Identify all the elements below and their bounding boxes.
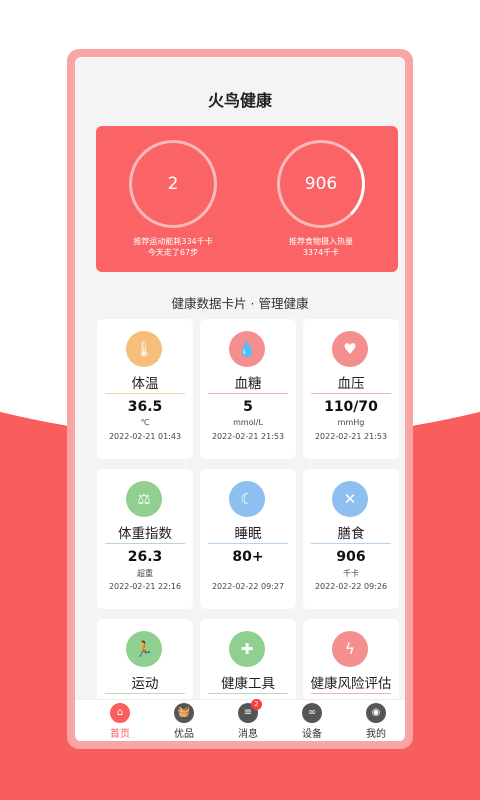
medkit-icon: ✚: [229, 631, 265, 667]
card-divider: [105, 393, 185, 394]
card-value: 36.5: [127, 399, 163, 415]
device-icon: ∞: [302, 703, 322, 723]
energy-value: 2: [167, 174, 179, 194]
card-name: 膳食: [337, 526, 365, 542]
card-divider: [208, 393, 288, 394]
card-time: 2022-02-21 01:43: [108, 432, 182, 441]
thermometer-icon: 🌡: [126, 331, 162, 367]
card-name: 健康工具: [221, 676, 275, 692]
phone-frame: 火鸟健康 2 906 推荐运动能耗334千卡 今天走了67步 推荐食物摄入热量 …: [67, 49, 413, 749]
unread-badge: 2: [251, 699, 262, 710]
card-unit: ℃: [140, 418, 150, 427]
tab-basket[interactable]: 🧺 优品: [162, 703, 206, 741]
card-name: 体重指数: [118, 526, 172, 542]
tab-label: 我的: [366, 729, 386, 740]
card-value: 26.3: [127, 549, 163, 565]
card-unit: mmol/L: [233, 418, 263, 427]
card-name: 睡眠: [234, 526, 262, 542]
scale-icon: ⚖: [126, 481, 162, 517]
health-card[interactable]: ☾ 睡眠 80+ 2022-02-22 09:27: [200, 469, 296, 609]
bottom-tab-bar: ⌂ 首页 🧺 优品 ≡ 2 消息 ∞ 设备 ◉ 我的: [75, 699, 405, 741]
health-card[interactable]: 💧 血糖 5 mmol/L 2022-02-21 21:53: [200, 319, 296, 459]
card-value: 5: [243, 399, 253, 415]
intake-ring: 906: [277, 140, 365, 228]
tab-home[interactable]: ⌂ 首页: [98, 703, 142, 741]
intake-value: 906: [304, 174, 338, 194]
intake-caption: 推荐食物摄入热量 3374千卡: [256, 236, 386, 258]
app-screen: 火鸟健康 2 906 推荐运动能耗334千卡 今天走了67步 推荐食物摄入热量 …: [75, 57, 405, 741]
health-card[interactable]: 🌡 体温 36.5 ℃ 2022-02-21 01:43: [97, 319, 193, 459]
lightning-icon: ϟ: [332, 631, 368, 667]
card-divider: [105, 543, 185, 544]
heart-pulse-icon: ♥: [332, 331, 368, 367]
cutlery-icon: ✕: [332, 481, 368, 517]
card-divider: [311, 693, 391, 694]
card-divider: [208, 693, 288, 694]
card-time: 2022-02-22 09:26: [314, 582, 388, 591]
blood-drop-icon: 💧: [229, 331, 265, 367]
tab-label: 优品: [174, 729, 194, 740]
basket-icon: 🧺: [174, 703, 194, 723]
card-name: 体温: [131, 376, 159, 392]
card-time: 2022-02-21 22:16: [108, 582, 182, 591]
card-name: 运动: [131, 676, 159, 692]
moon-icon: ☾: [229, 481, 265, 517]
card-value: 110/70: [324, 399, 378, 415]
health-card[interactable]: ✕ 膳食 906 千卡 2022-02-22 09:26: [303, 469, 399, 609]
home-icon: ⌂: [110, 703, 130, 723]
health-card[interactable]: ♥ 血压 110/70 mmHg 2022-02-21 21:53: [303, 319, 399, 459]
card-time: 2022-02-22 09:27: [211, 582, 285, 591]
card-divider: [208, 543, 288, 544]
tab-device[interactable]: ∞ 设备: [290, 703, 334, 741]
energy-caption: 推荐运动能耗334千卡 今天走了67步: [108, 236, 238, 258]
runner-icon: 🏃: [126, 631, 162, 667]
card-divider: [105, 693, 185, 694]
card-time: 2022-02-21 21:53: [211, 432, 285, 441]
page-title: 火鸟健康: [207, 91, 272, 110]
card-value: 906: [336, 549, 366, 565]
tab-user[interactable]: ◉ 我的: [354, 703, 398, 741]
card-divider: [311, 543, 391, 544]
card-unit: 千卡: [343, 569, 359, 578]
card-name: 血糖: [234, 376, 262, 392]
summary-panel[interactable]: 2 906 推荐运动能耗334千卡 今天走了67步 推荐食物摄入热量 3374千…: [96, 126, 398, 272]
card-name: 健康风险评估: [310, 676, 392, 692]
card-value: 80+: [232, 549, 264, 565]
message-icon: ≡ 2: [238, 699, 262, 723]
energy-caption-line1: 推荐运动能耗334千卡: [133, 237, 213, 246]
card-unit: 超重: [137, 569, 153, 578]
card-time: 2022-02-21 21:53: [314, 432, 388, 441]
tab-message[interactable]: ≡ 2 消息: [226, 699, 270, 741]
card-name: 血压: [337, 376, 365, 392]
tab-label: 设备: [302, 729, 322, 740]
health-card[interactable]: ⚖ 体重指数 26.3 超重 2022-02-21 22:16: [97, 469, 193, 609]
intake-caption-line2: 3374千卡: [302, 248, 340, 257]
section-subtitle: 健康数据卡片 · 管理健康: [171, 296, 309, 311]
tab-label: 首页: [110, 729, 130, 740]
energy-caption-line2: 今天走了67步: [147, 248, 199, 257]
energy-ring: 2: [129, 140, 217, 228]
card-unit: mmHg: [337, 418, 365, 427]
tab-label: 消息: [238, 729, 258, 740]
intake-caption-line1: 推荐食物摄入热量: [289, 237, 353, 246]
user-icon: ◉: [366, 703, 386, 723]
card-divider: [311, 393, 391, 394]
